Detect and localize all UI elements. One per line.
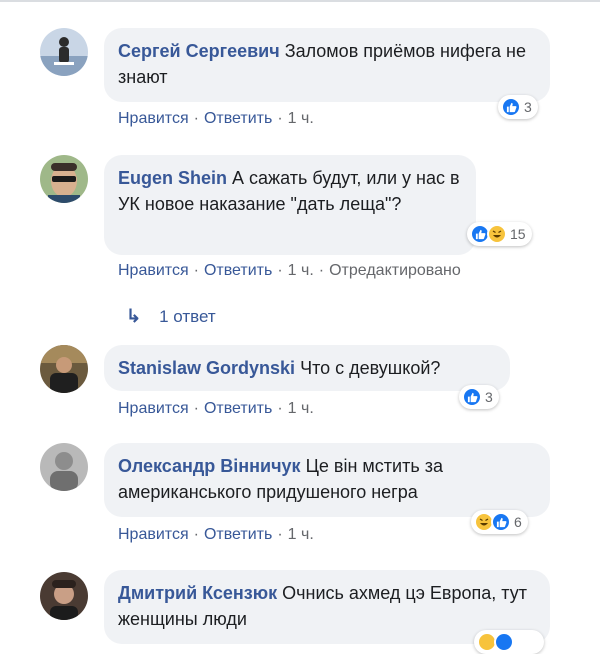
comment-actions: Нравится · Ответить · 1 ч. (118, 526, 314, 543)
replies-count-label: 1 ответ (159, 306, 216, 326)
reaction-summary[interactable]: 6 (471, 510, 528, 534)
like-reaction-icon (501, 97, 521, 117)
like-reaction-icon (462, 387, 482, 407)
comment-time[interactable]: 1 ч. (288, 526, 314, 543)
reaction-count: 15 (510, 226, 526, 242)
divider (0, 0, 600, 2)
reaction-summary[interactable]: 3 (459, 385, 499, 409)
reaction-summary[interactable]: 3 (498, 95, 538, 119)
comment-author[interactable]: Eugen Shein (118, 168, 227, 188)
reaction-count: 3 (524, 99, 532, 115)
comment-author[interactable]: Сергей Сергеевич (118, 41, 280, 61)
reply-link[interactable]: Ответить (204, 110, 272, 127)
haha-reaction-icon (487, 224, 507, 244)
comment-time[interactable]: 1 ч. (288, 262, 314, 279)
reaction-count: 3 (485, 389, 493, 405)
comment-actions: Нравится · Ответить · 1 ч. · Отредактировано (118, 262, 461, 279)
edited-label[interactable]: Отредактировано (329, 262, 461, 279)
like-link[interactable]: Нравится (118, 526, 189, 543)
comment-actions: Нравится · Ответить · 1 ч. (118, 110, 314, 127)
comment-time[interactable]: 1 ч. (288, 110, 314, 127)
comment-text: Что с девушкой? (300, 358, 441, 378)
comment-bubble: Eugen Shein А сажать будут, или у нас в … (104, 155, 476, 255)
reaction-summary[interactable] (474, 630, 544, 654)
like-link[interactable]: Нравится (118, 262, 189, 279)
comment-bubble: Сергей Сергеевич Заломов приёмов нифега … (104, 28, 550, 102)
avatar[interactable] (40, 155, 88, 203)
like-reaction-icon (494, 632, 514, 652)
avatar[interactable] (40, 345, 88, 393)
view-replies-link[interactable]: ↳ 1 ответ (126, 306, 216, 327)
avatar[interactable] (40, 443, 88, 491)
like-link[interactable]: Нравится (118, 110, 189, 127)
comment-time[interactable]: 1 ч. (288, 400, 314, 417)
reaction-count: 6 (514, 514, 522, 530)
reaction-summary[interactable]: 15 (467, 222, 532, 246)
comment-bubble: Stanislaw Gordynski Что с девушкой? (104, 345, 510, 391)
reply-link[interactable]: Ответить (204, 526, 272, 543)
comment-author[interactable]: Stanislaw Gordynski (118, 358, 295, 378)
reply-link[interactable]: Ответить (204, 400, 272, 417)
reply-arrow-icon: ↳ (126, 306, 142, 326)
like-reaction-icon (491, 512, 511, 532)
comment-actions: Нравится · Ответить · 1 ч. (118, 400, 314, 417)
avatar[interactable] (40, 28, 88, 76)
comment-author[interactable]: Олександр Вінничук (118, 456, 301, 476)
comment-author[interactable]: Дмитрий Ксензюк (118, 583, 277, 603)
comment-bubble: Олександр Вінничук Це він мстить за амер… (104, 443, 550, 517)
avatar[interactable] (40, 572, 88, 620)
reply-link[interactable]: Ответить (204, 262, 272, 279)
like-link[interactable]: Нравится (118, 400, 189, 417)
